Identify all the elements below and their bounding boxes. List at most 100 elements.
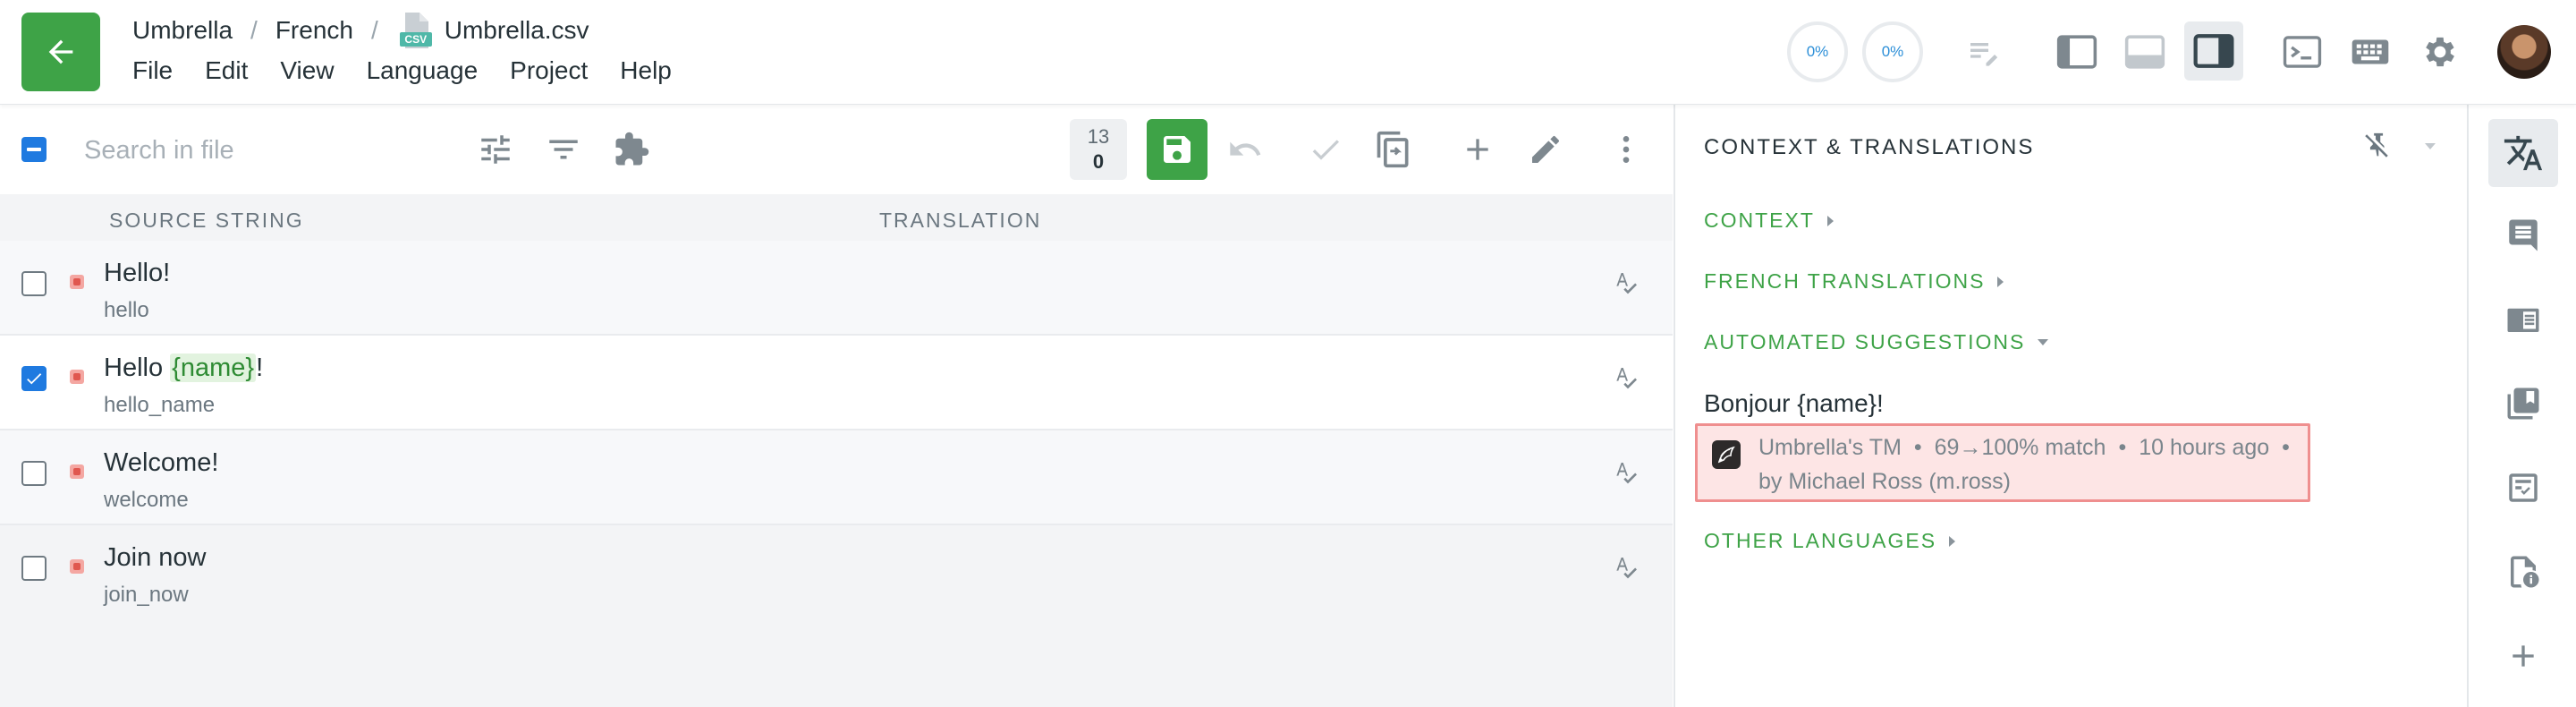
menu-language[interactable]: Language [367, 56, 479, 85]
row-checkbox[interactable] [21, 366, 47, 391]
strings-pane: 13 0 SOURCE STRING TRANSLATION [0, 105, 1673, 707]
section-automated-suggestions[interactable]: AUTOMATED SUGGESTIONS [1704, 330, 2049, 354]
editor-toolbar: 13 0 [0, 105, 1673, 194]
section-other-languages[interactable]: OTHER LANGUAGES [1704, 529, 1956, 553]
untranslated-status-icon [70, 559, 84, 574]
menu-file[interactable]: File [132, 56, 173, 85]
copy-source-icon[interactable] [1368, 124, 1419, 175]
add-panel-icon[interactable] [2488, 622, 2558, 690]
filter-icon[interactable] [538, 124, 589, 175]
section-context[interactable]: CONTEXT [1704, 209, 1834, 233]
breadcrumb-file[interactable]: Umbrella.csv [445, 16, 589, 45]
column-translation: TRANSLATION [879, 209, 1042, 232]
suggestion-time: 10 hours ago [2139, 435, 2270, 460]
row-checkbox[interactable] [21, 461, 47, 486]
progress-approved-ring[interactable]: 0% [1862, 21, 1923, 82]
progress-translated-ring[interactable]: 0% [1787, 21, 1848, 82]
translation-memory-icon [1712, 440, 1741, 469]
menu-project[interactable]: Project [510, 56, 588, 85]
caret-right-icon [1949, 535, 1956, 547]
more-vertical-icon[interactable] [1601, 124, 1651, 175]
avatar[interactable] [2497, 25, 2551, 79]
suggestion-match: 69→100% match [1934, 435, 2106, 460]
row-checkbox[interactable] [21, 271, 47, 296]
placeholder-token[interactable]: {name} [170, 354, 257, 382]
section-context-label: CONTEXT [1704, 209, 1815, 232]
source-text: ! [256, 354, 264, 382]
caret-right-icon [1826, 215, 1834, 226]
gear-icon[interactable] [2415, 27, 2465, 77]
suggestion-meta-line: Umbrella's TM • 69→100% match • 10 hours ago… [1758, 435, 2290, 460]
keyboard-icon[interactable] [2345, 27, 2395, 77]
unpin-icon[interactable] [2355, 124, 2398, 167]
untranslated-status-icon [70, 370, 84, 384]
glossary-book-icon[interactable] [2488, 285, 2558, 354]
menu-edit[interactable]: Edit [205, 56, 248, 85]
pencil-icon[interactable] [1521, 124, 1571, 175]
comment-icon[interactable] [2488, 201, 2558, 269]
select-all-checkbox[interactable] [21, 137, 47, 162]
menu-help[interactable]: Help [620, 56, 672, 85]
terminal-icon[interactable] [2277, 27, 2327, 77]
string-key: welcome [104, 488, 189, 512]
section-french-translations[interactable]: FRENCH TRANSLATIONS [1704, 269, 2004, 294]
edit-list-icon[interactable] [1959, 27, 2009, 77]
breadcrumb: Umbrella / French / CSV Umbrella.csv [132, 11, 589, 50]
table-row[interactable]: Join now join_now [0, 525, 1673, 620]
layout-right-panel-icon[interactable] [2184, 21, 2243, 81]
table-row[interactable]: Welcome! welcome [0, 430, 1673, 525]
check-icon[interactable] [1301, 124, 1351, 175]
translate-icon[interactable] [2488, 119, 2558, 187]
spellcheck-icon[interactable] [1608, 361, 1644, 396]
spellcheck-icon[interactable] [1608, 456, 1644, 491]
context-translations-panel: CONTEXT & TRANSLATIONS CONTEXT FRENCH TR… [1674, 105, 2468, 707]
csv-file-icon: CSV [396, 11, 436, 50]
progress-translated-label: 0% [1806, 43, 1829, 60]
sliders-icon[interactable] [470, 124, 521, 175]
puzzle-icon[interactable] [606, 124, 657, 175]
undo-icon[interactable] [1220, 124, 1270, 175]
caret-down-icon [2038, 339, 2049, 345]
spellcheck-icon[interactable] [1608, 550, 1644, 586]
suggestion-author: by Michael Ross (m.ross) [1758, 469, 2011, 494]
row-checkbox[interactable] [21, 556, 47, 581]
app-header: Umbrella / French / CSV Umbrella.csv Fil… [0, 0, 2576, 105]
table-row[interactable]: Hello {name}! hello_name [0, 336, 1673, 430]
library-books-icon[interactable] [2488, 370, 2558, 438]
caret-right-icon [1997, 276, 2004, 287]
breadcrumb-language[interactable]: French [275, 16, 353, 45]
add-icon[interactable] [1453, 124, 1503, 175]
panel-title: CONTEXT & TRANSLATIONS [1704, 135, 2035, 159]
string-counter: 13 0 [1070, 119, 1127, 180]
suggestion-source: Umbrella's TM [1758, 435, 1902, 460]
section-automated-label: AUTOMATED SUGGESTIONS [1704, 330, 2026, 354]
source-text: Hello [104, 354, 171, 382]
spellcheck-icon[interactable] [1608, 266, 1644, 302]
section-other-label: OTHER LANGUAGES [1704, 529, 1937, 552]
arrow-left-icon [48, 39, 73, 64]
string-key: hello [104, 298, 149, 322]
suggestion-meta: Umbrella's TM • 69→100% match • 10 hours ago… [1695, 423, 2310, 502]
csv-badge-label: CSV [404, 33, 428, 46]
breadcrumb-project[interactable]: Umbrella [132, 16, 233, 45]
breadcrumb-separator: / [370, 16, 378, 44]
untranslated-status-icon [70, 275, 84, 289]
table-row[interactable]: Hello! hello [0, 241, 1673, 336]
qa-checklist-icon[interactable] [2488, 454, 2558, 522]
progress-approved-label: 0% [1881, 43, 1904, 60]
file-info-icon[interactable] [2488, 538, 2558, 606]
search-input[interactable] [82, 132, 426, 169]
chevron-down-icon[interactable] [2421, 137, 2439, 155]
save-icon [1164, 136, 1191, 163]
save-button[interactable] [1147, 119, 1208, 180]
back-button[interactable] [21, 13, 100, 91]
menu-view[interactable]: View [280, 56, 334, 85]
side-rail [2467, 105, 2576, 707]
suggestion-text[interactable]: Bonjour {name}! [1704, 389, 1884, 418]
source-string: Hello! [104, 259, 171, 287]
counter-top: 13 [1087, 125, 1110, 148]
counter-bottom: 0 [1092, 150, 1105, 173]
string-key: join_now [104, 583, 189, 607]
layout-left-panel-icon[interactable] [2052, 27, 2102, 77]
layout-bottom-panel-icon[interactable] [2120, 27, 2170, 77]
